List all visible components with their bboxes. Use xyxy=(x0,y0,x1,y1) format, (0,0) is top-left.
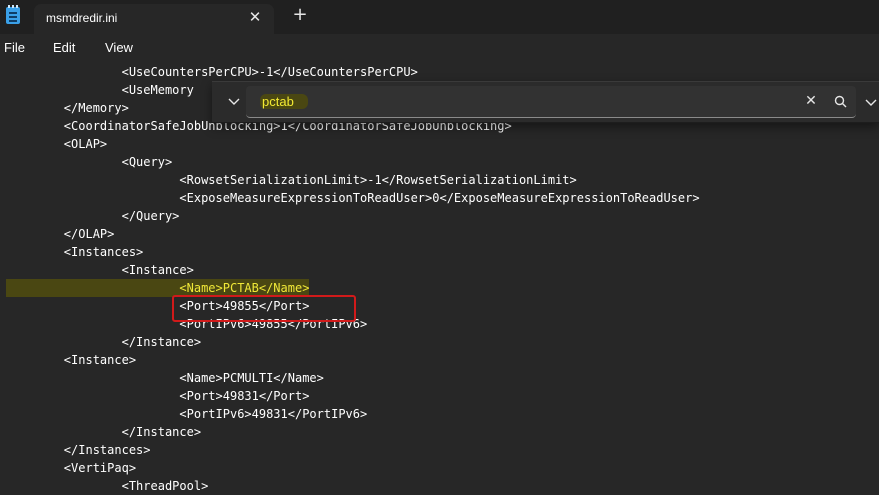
code-line: <Name>PCMULTI</Name> xyxy=(6,371,324,385)
code-line: </Memory> xyxy=(6,101,129,115)
new-tab-button[interactable]: + xyxy=(290,5,310,25)
code-line: <UseMemory xyxy=(6,83,194,97)
menu-bar: File Edit View xyxy=(0,34,879,62)
title-bar: msmdredir.ini ✕ + xyxy=(0,0,879,34)
close-icon[interactable]: ✕ xyxy=(804,94,818,108)
notepad-icon xyxy=(6,5,20,24)
code-line: <Instance> xyxy=(6,353,137,367)
find-query[interactable]: pctab xyxy=(260,94,308,109)
menu-edit[interactable]: Edit xyxy=(53,40,75,55)
code-line: </Query> xyxy=(6,209,180,223)
code-line: <ExposeMeasureExpressionToReadUser>0</Ex… xyxy=(6,191,700,205)
code-line: </Instance> xyxy=(6,335,202,349)
code-line: </Instances> xyxy=(6,443,151,457)
chevron-down-icon[interactable] xyxy=(864,94,878,108)
code-line: <OLAP> xyxy=(6,137,108,151)
tab-msmdredir[interactable]: msmdredir.ini ✕ xyxy=(34,4,274,34)
text-editor[interactable]: <UseCountersPerCPU>-1</UseCountersPerCPU… xyxy=(0,62,879,493)
close-icon[interactable]: ✕ xyxy=(246,8,264,26)
code-line: <Port>49831</Port> xyxy=(6,389,310,403)
search-icon[interactable] xyxy=(833,94,849,110)
chevron-down-icon[interactable] xyxy=(226,93,242,109)
find-bar: pctab ✕ xyxy=(212,81,879,123)
menu-file[interactable]: File xyxy=(4,40,25,55)
code-line: <Instances> xyxy=(6,245,144,259)
code-line: <RowsetSerializationLimit>-1</RowsetSeri… xyxy=(6,173,577,187)
annotation-highlight-box xyxy=(172,295,356,322)
code-line: <VertiPaq> xyxy=(6,461,137,475)
code-line: <ThreadPool> xyxy=(6,479,209,493)
code-line: <PortIPv6>49831</PortIPv6> xyxy=(6,407,368,421)
code-line: <Query> xyxy=(6,155,173,169)
menu-view[interactable]: View xyxy=(105,40,133,55)
find-input[interactable]: pctab ✕ xyxy=(246,86,856,118)
code-line: <UseCountersPerCPU>-1</UseCountersPerCPU… xyxy=(6,65,418,79)
code-line: <Instance> xyxy=(6,263,194,277)
tab-title: msmdredir.ini xyxy=(46,11,118,25)
code-line: </Instance> xyxy=(6,425,202,439)
code-line: </OLAP> xyxy=(6,227,115,241)
